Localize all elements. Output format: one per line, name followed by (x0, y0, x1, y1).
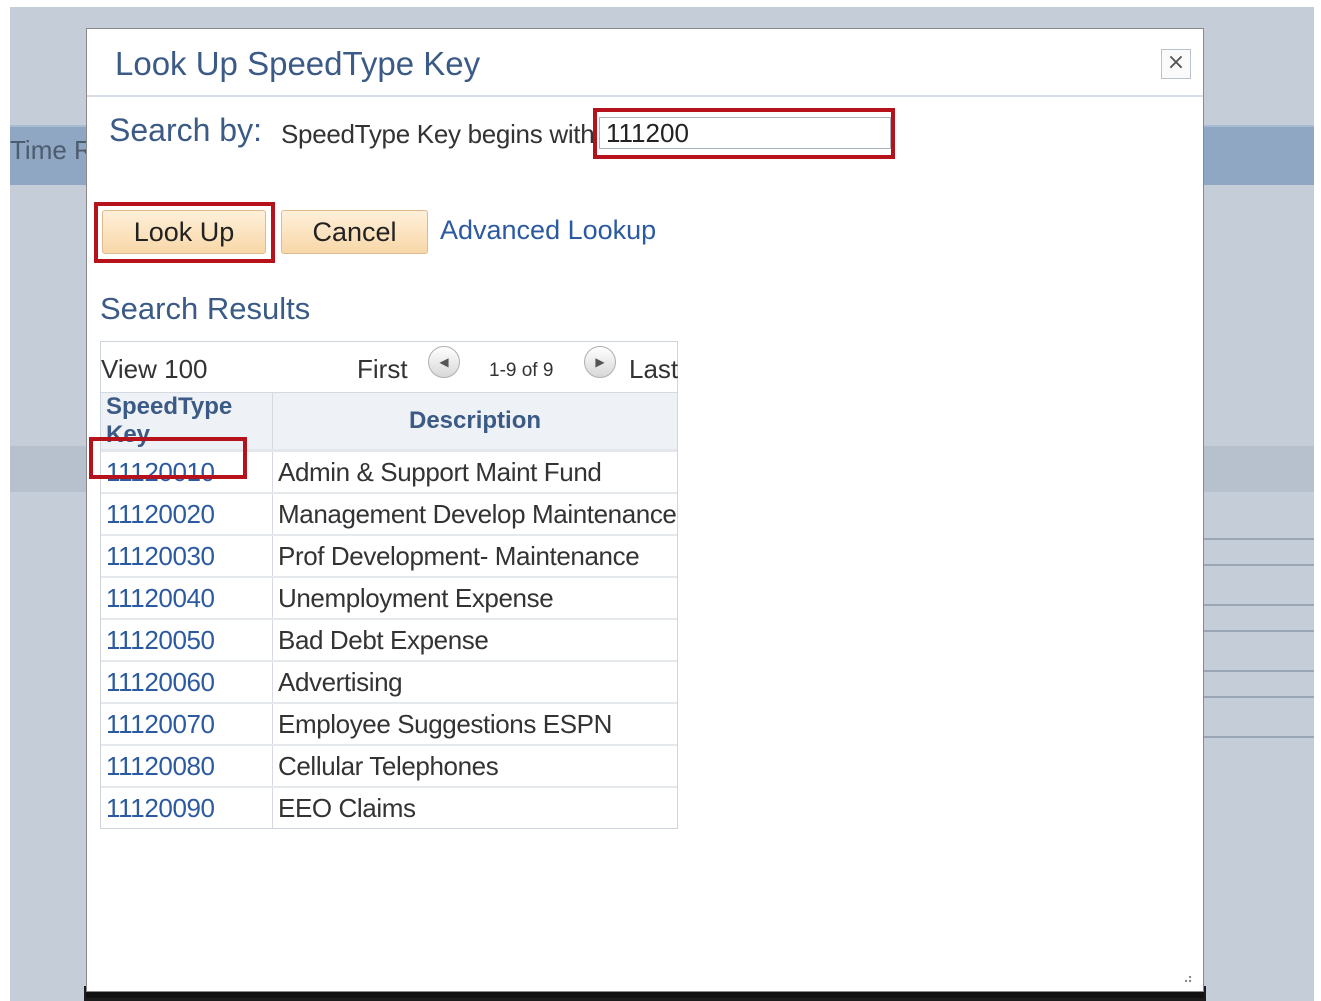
description-cell[interactable]: Employee Suggestions ESPN (272, 703, 677, 746)
look-up-button[interactable]: Look Up (102, 210, 266, 254)
column-header-description[interactable]: Description (272, 392, 677, 452)
results-table: SpeedType Key Description 11120010 Admin… (101, 392, 677, 828)
previous-icon[interactable]: ◀ (428, 346, 460, 378)
description-cell[interactable]: Unemployment Expense (272, 577, 677, 620)
first-link[interactable]: First (357, 354, 408, 385)
close-icon[interactable]: × (1161, 49, 1191, 79)
view-all-link[interactable]: View 100 (101, 354, 208, 385)
speedtype-key-link[interactable]: 11120030 (101, 535, 273, 578)
background-divider (1200, 564, 1314, 566)
search-field-label: SpeedType Key begins with (281, 119, 595, 149)
description-cell[interactable]: Prof Development- Maintenance (272, 535, 677, 578)
background-label: Time R (10, 135, 93, 165)
speedtype-key-input[interactable] (599, 117, 891, 149)
title-divider (87, 95, 1203, 97)
table-row[interactable]: 11120010 Admin & Support Maint Fund (101, 450, 677, 494)
background-divider (1200, 696, 1314, 698)
speedtype-key-link[interactable]: 11120080 (101, 745, 273, 788)
speedtype-key-link[interactable]: 11120090 (101, 787, 273, 828)
grid-navigation: View 100 First ◀ 1-9 of 9 ▶ Last (101, 342, 678, 392)
dialog-title: Look Up SpeedType Key (115, 45, 481, 82)
resize-grip-icon[interactable]: ⠴ (1183, 971, 1193, 987)
description-cell[interactable]: Advertising (272, 661, 677, 704)
speedtype-key-link[interactable]: 11120060 (101, 661, 273, 704)
background-divider (1200, 604, 1314, 606)
column-header-speedtype-key[interactable]: SpeedType Key (101, 392, 273, 452)
description-cell[interactable]: Bad Debt Expense (272, 619, 677, 662)
description-cell[interactable]: Management Develop Maintenance (272, 493, 677, 536)
background-divider (1200, 630, 1314, 632)
speedtype-key-link[interactable]: 11120070 (101, 703, 273, 746)
speedtype-key-link[interactable]: 11120020 (101, 493, 273, 536)
table-row[interactable]: 11120060 Advertising (101, 661, 677, 704)
table-row[interactable]: 11120040 Unemployment Expense (101, 577, 677, 620)
lookup-dialog: Look Up SpeedType Key × Search by: Speed… (86, 28, 1204, 992)
speedtype-key-link[interactable]: 11120010 (101, 450, 273, 494)
table-row[interactable]: 11120070 Employee Suggestions ESPN (101, 703, 677, 746)
table-row[interactable]: 11120080 Cellular Telephones (101, 745, 677, 788)
description-cell[interactable]: Admin & Support Maint Fund (272, 450, 677, 494)
results-grid: View 100 First ◀ 1-9 of 9 ▶ Last SpeedTy… (100, 341, 678, 829)
background-divider (1200, 670, 1314, 672)
search-results-heading: Search Results (100, 291, 311, 326)
advanced-lookup-link[interactable]: Advanced Lookup (440, 215, 656, 246)
background-divider (1200, 538, 1314, 540)
table-row[interactable]: 11120030 Prof Development- Maintenance (101, 535, 677, 578)
table-row[interactable]: 11120020 Management Develop Maintenance (101, 493, 677, 536)
description-cell[interactable]: EEO Claims (273, 787, 678, 828)
search-by-label: Search by: (109, 112, 262, 148)
cancel-button[interactable]: Cancel (281, 210, 428, 254)
table-row[interactable]: 11120090 EEO Claims (101, 787, 677, 828)
last-link[interactable]: Last (629, 354, 678, 385)
background-divider (1200, 736, 1314, 738)
speedtype-key-link[interactable]: 11120040 (101, 577, 273, 620)
description-cell[interactable]: Cellular Telephones (272, 745, 677, 788)
speedtype-key-link[interactable]: 11120050 (101, 619, 273, 662)
next-icon[interactable]: ▶ (584, 346, 616, 378)
table-row[interactable]: 11120050 Bad Debt Expense (101, 619, 677, 662)
page-range: 1-9 of 9 (489, 360, 554, 381)
